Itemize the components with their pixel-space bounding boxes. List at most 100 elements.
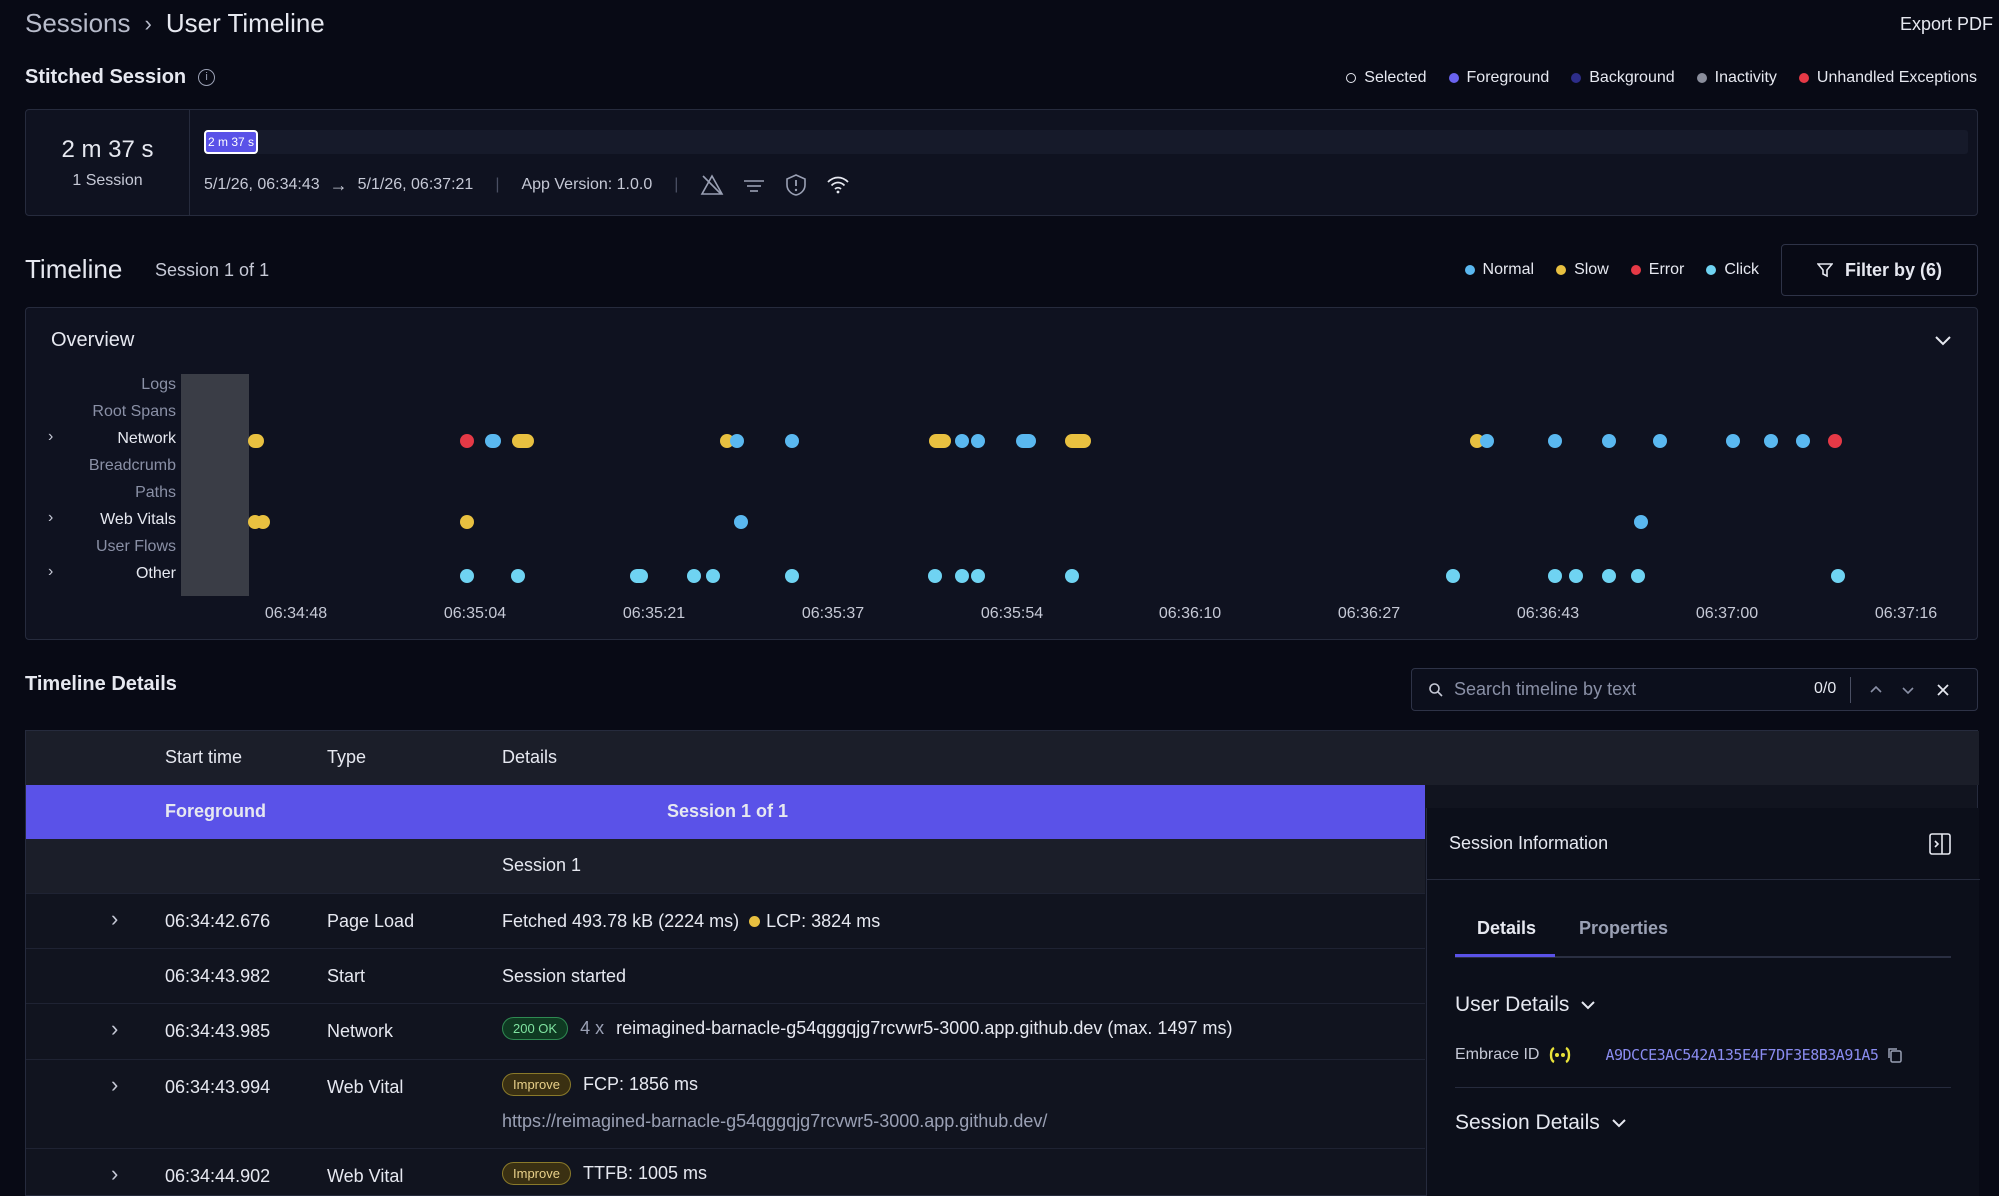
row-url[interactable]: https://reimagined-barnacle-g54qggqjg7rc… [502, 1111, 1047, 1132]
row-type: Start [327, 966, 366, 986]
tab-details[interactable]: Details [1477, 918, 1536, 939]
row-details: Session started [502, 966, 627, 986]
session-group-row: Session 1 [26, 839, 1425, 894]
network-normal-dot[interactable] [1480, 434, 1494, 448]
arrow-right-icon: → [329, 174, 348, 195]
other-click-dot[interactable] [1548, 569, 1562, 583]
user-details-toggle[interactable]: User Details [1455, 993, 1597, 1017]
timeline-search-box[interactable]: Search timeline by text 0/0 [1411, 668, 1978, 711]
page-load-fetched: Fetched 493.78 kB (2224 ms) [502, 911, 740, 931]
filter-button[interactable]: Filter by (6) [1781, 244, 1978, 296]
web-vital-normal-dot[interactable] [734, 515, 748, 529]
expand-row-icon[interactable]: › [111, 1161, 118, 1187]
table-row[interactable]: › 06:34:43.994 Web Vital Improve FCP: 18… [26, 1060, 1425, 1149]
other-click-dot[interactable] [706, 569, 720, 583]
network-normal-dot[interactable] [1653, 434, 1667, 448]
search-input[interactable]: Search timeline by text [1454, 679, 1636, 700]
table-row[interactable]: 06:34:43.982 Start Session started [26, 949, 1425, 1004]
session-bar-selected[interactable]: 2 m 37 s [204, 130, 258, 154]
toggle-panel-button[interactable] [1928, 832, 1952, 856]
network-normal-dot[interactable] [971, 434, 985, 448]
foreground-label: Foreground [165, 801, 266, 821]
column-type[interactable]: Type [327, 747, 366, 768]
other-click-dot[interactable] [511, 569, 525, 583]
network-slow-pill[interactable] [512, 434, 534, 448]
time-tick: 06:35:04 [443, 605, 507, 622]
network-normal-pill[interactable] [485, 434, 501, 448]
web-vital-slow-dot[interactable] [256, 515, 270, 529]
web-vital-normal-dot[interactable] [1634, 515, 1648, 529]
legend-selected-label: Selected [1364, 69, 1427, 86]
app-version: App Version: 1.0.0 [521, 176, 653, 193]
page-title: User Timeline [165, 8, 325, 38]
network-normal-dot[interactable] [1548, 434, 1562, 448]
expand-row-icon[interactable]: › [111, 1072, 118, 1098]
divider [1850, 677, 1851, 703]
legend-slow-label: Slow [1574, 261, 1609, 278]
search-clear-button[interactable] [1934, 681, 1952, 699]
row-start-time: 06:34:42.676 [165, 911, 271, 931]
legend-inactivity-label: Inactivity [1714, 69, 1777, 86]
network-normal-dot[interactable] [955, 434, 969, 448]
table-row[interactable]: › 06:34:44.902 Web Vital Improve TTFB: 1… [26, 1149, 1425, 1196]
breadcrumb-sessions-link[interactable]: Sessions [25, 8, 131, 39]
foreground-row[interactable]: Foreground Session 1 of 1 [26, 785, 1425, 839]
session-details-toggle[interactable]: Session Details [1455, 1111, 1628, 1135]
network-normal-dot[interactable] [730, 434, 744, 448]
network-error-dot[interactable] [460, 434, 474, 448]
other-click-dot[interactable] [955, 569, 969, 583]
other-click-pill[interactable] [630, 569, 648, 583]
session-info-panel: Session Information Details Properties U… [1426, 808, 1980, 1196]
other-click-dot[interactable] [928, 569, 942, 583]
other-click-dot[interactable] [1831, 569, 1845, 583]
other-click-dot[interactable] [1569, 569, 1583, 583]
network-normal-dot[interactable] [785, 434, 799, 448]
foreground-dot-icon [1448, 73, 1459, 83]
search-count: 0/0 [1814, 680, 1837, 697]
info-icon[interactable]: i [198, 69, 216, 86]
network-slow-pill[interactable] [248, 434, 264, 448]
column-start-time[interactable]: Start time [165, 747, 242, 768]
other-click-dot[interactable] [1602, 569, 1616, 583]
duration-value: 2 m 37 s [61, 136, 154, 163]
overview-plot[interactable] [26, 308, 1979, 641]
tab-properties[interactable]: Properties [1579, 918, 1668, 939]
time-tick: 06:35:21 [622, 605, 686, 622]
network-slow-pill[interactable] [929, 434, 951, 448]
expand-row-icon[interactable]: › [111, 1016, 118, 1042]
network-normal-pill[interactable] [1016, 434, 1036, 448]
web-vital-slow-dot[interactable] [460, 515, 474, 529]
other-click-dot[interactable] [687, 569, 701, 583]
table-row[interactable]: › 06:34:43.985 Network 200 OK 4 x reimag… [26, 1004, 1425, 1060]
row-type: Web Vital [327, 1166, 404, 1186]
stitched-session-label: Stitched Session [25, 66, 187, 88]
other-click-dot[interactable] [1446, 569, 1460, 583]
network-normal-dot[interactable] [1796, 434, 1810, 448]
network-error-dot[interactable] [1828, 434, 1842, 448]
embrace-id-value[interactable]: A9DCCE3AC542A135E4F7DF3E8B3A91A5 [1605, 1046, 1878, 1064]
session-track[interactable] [204, 130, 1968, 154]
other-click-dot[interactable] [785, 569, 799, 583]
other-click-dot[interactable] [1631, 569, 1645, 583]
network-normal-dot[interactable] [1726, 434, 1740, 448]
network-normal-dot[interactable] [1602, 434, 1616, 448]
time-tick: 06:37:00 [1695, 605, 1759, 622]
network-normal-dot[interactable] [1764, 434, 1778, 448]
session-count: 1 Session [72, 172, 143, 189]
table-row[interactable]: › 06:34:42.676 Page Load Fetched 493.78 … [26, 894, 1425, 949]
network-slow-pill[interactable] [1065, 434, 1091, 448]
divider: | [674, 176, 679, 193]
inactivity-dot-icon [1696, 73, 1707, 83]
search-prev-button[interactable] [1867, 681, 1885, 699]
copy-icon[interactable] [1886, 1046, 1904, 1064]
search-next-button[interactable] [1899, 681, 1917, 699]
session-info-tabs: Details Properties [1455, 918, 1951, 958]
column-details[interactable]: Details [502, 747, 557, 768]
row-start-time: 06:34:43.985 [165, 1021, 271, 1041]
other-click-dot[interactable] [971, 569, 985, 583]
duration-box: 2 m 37 s 1 Session [26, 110, 190, 215]
other-click-dot[interactable] [1065, 569, 1079, 583]
export-pdf-button[interactable]: Export PDF [1900, 14, 1993, 35]
other-click-dot[interactable] [460, 569, 474, 583]
expand-row-icon[interactable]: › [111, 906, 118, 932]
